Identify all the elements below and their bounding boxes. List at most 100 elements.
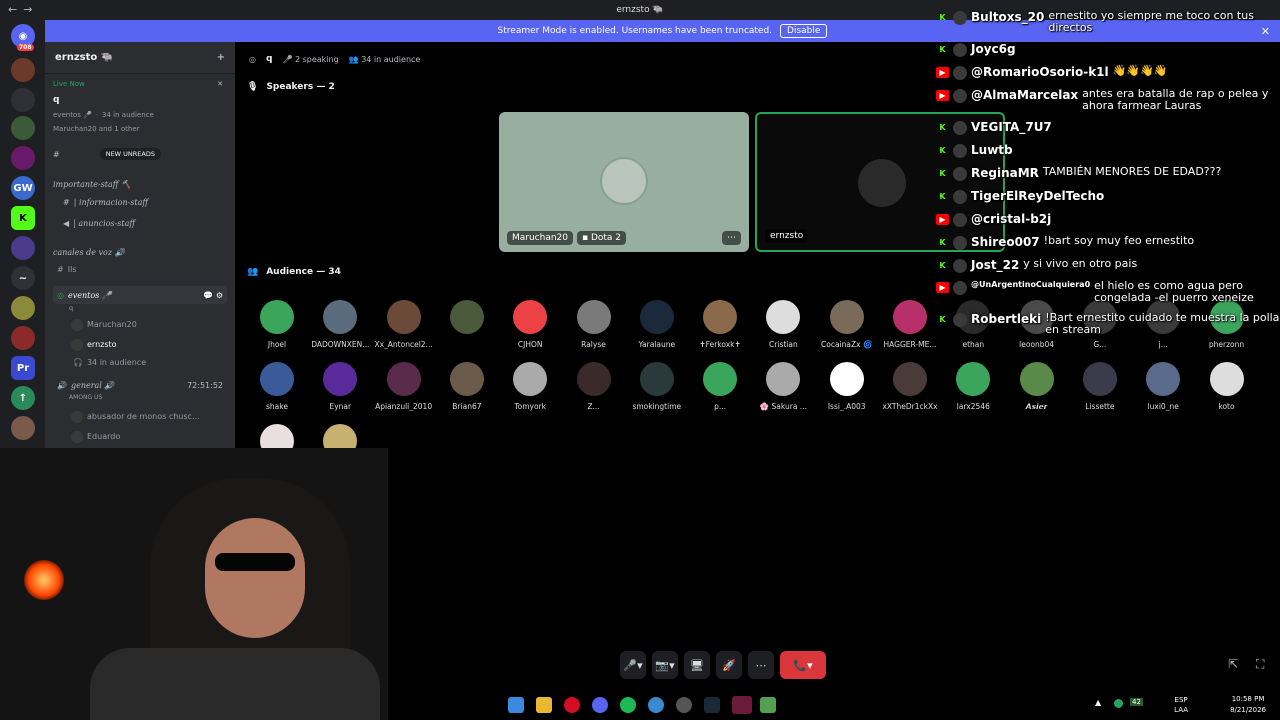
channel-text[interactable]: # Ils [53, 265, 227, 274]
stage-topic: q [69, 304, 74, 312]
audience-member[interactable]: Apianzuli_2010 [374, 362, 434, 411]
discord-icon[interactable] [592, 697, 608, 713]
server-icon[interactable] [11, 88, 35, 112]
stage-channel-eventos[interactable]: ◎ eventos 🎤 💬 ⚙ [53, 286, 227, 304]
audience-member[interactable]: 🌸 Sakura ... [753, 362, 813, 411]
audience-member[interactable]: xXTheDr1ckXx [880, 362, 940, 411]
speaker-activity: ▪ Dota 2 [577, 231, 627, 245]
user-avatar-icon [953, 11, 967, 25]
category-canales-de-voz[interactable]: canales de voz 🔊 [53, 248, 227, 257]
screen-share-button[interactable]: 🖥 [684, 651, 710, 679]
speaker-tile[interactable]: Maruchan20 ▪ Dota 2 ⋯ [499, 112, 749, 252]
tray-badge[interactable]: 42 [1130, 698, 1143, 706]
audience-member[interactable] [437, 300, 497, 340]
opera-icon[interactable] [564, 697, 580, 713]
fullscreen-icon[interactable]: ⛶ [1256, 657, 1264, 672]
tray-chevron-icon[interactable]: ▲ [1095, 698, 1101, 707]
audience-member[interactable]: Ralyse [564, 300, 624, 349]
add-user-icon[interactable]: + [217, 52, 225, 63]
audience-member[interactable]: Eynar [310, 362, 370, 411]
audience-member[interactable]: shake [247, 362, 307, 411]
server-icon[interactable] [11, 146, 35, 170]
camera-button[interactable]: 📷 ▾ [652, 651, 678, 679]
kick-server-icon[interactable]: K [11, 206, 35, 230]
premiere-icon[interactable]: Pr [11, 356, 35, 380]
audience-member[interactable]: Cristian [753, 300, 813, 349]
audience-name: Lissette [1085, 402, 1115, 411]
channel-informacion-staff[interactable]: # | informacion-staff [53, 198, 227, 207]
obs-icon[interactable] [676, 697, 692, 713]
tray-status-icon[interactable] [1114, 699, 1123, 708]
more-button[interactable]: ⋯ [748, 651, 774, 679]
chat-username: @UnArgentinoCualquiera0 [971, 280, 1091, 289]
lamp [24, 560, 64, 600]
channel-anuncios-staff[interactable]: ◀ | anuncios-staff [53, 219, 227, 228]
popout-icon[interactable]: ⇱ [1228, 657, 1238, 671]
audience-member[interactable]: Jhoel [247, 300, 307, 349]
audience-member[interactable]: koto [1197, 362, 1257, 411]
steam-icon[interactable] [704, 697, 720, 713]
audience-name: xXTheDr1ckXx [882, 402, 938, 411]
language-indicator[interactable]: ESP LAA [1174, 695, 1188, 715]
server-icon[interactable] [11, 326, 35, 350]
audience-name: 𝘼𝙨𝙞𝙚𝙧 [1025, 402, 1048, 411]
stage-member[interactable]: Maruchan20 [53, 318, 227, 331]
audience-member[interactable]: Yaralaune [627, 300, 687, 349]
voice-member[interactable]: Eduardo [53, 430, 227, 443]
audience-member[interactable]: smokingtime [627, 362, 687, 411]
server-icon[interactable]: ↑ [11, 386, 35, 410]
voice-channel-general[interactable]: 🔊 general 🔊 72:51:52 [53, 381, 227, 390]
audience-member[interactable]: Z... [564, 362, 624, 411]
leave-stage-button[interactable]: 📞 ▾ [780, 651, 826, 679]
audience-member[interactable]: Brian67 [437, 362, 497, 411]
new-unreads-pill[interactable]: # NEW UNREADS [53, 148, 227, 160]
chat-message: K VEGITA_7U7 [936, 120, 1280, 135]
nav-arrows[interactable]: ←→ [8, 3, 38, 16]
audience-member[interactable]: p... [690, 362, 750, 411]
audience-member[interactable]: DADOWNXEN... [310, 300, 370, 349]
more-options-icon[interactable]: ⋯ [722, 231, 741, 245]
chat-username: @cristal-b2j [971, 212, 1052, 226]
audience-member[interactable]: larx2546 [943, 362, 1003, 411]
app-icon[interactable] [732, 696, 752, 714]
people-icon: 👥 [247, 267, 259, 277]
activity-button[interactable]: 🚀 [716, 651, 742, 679]
server-header[interactable]: ernzsto 🐃 + [45, 42, 235, 74]
live-event-info: eventos 🎤 · 34 in audience [53, 111, 154, 119]
server-icon[interactable]: GW [11, 176, 35, 200]
category-importante-staff[interactable]: importante-staff 🔨 [53, 180, 227, 189]
server-icon[interactable] [11, 236, 35, 260]
server-icon[interactable] [11, 416, 35, 440]
audience-name: koto [1218, 402, 1235, 411]
server-icon[interactable]: ~ [11, 266, 35, 290]
clock[interactable]: 10:58 PM 8/21/2026 [1230, 694, 1266, 716]
audience-member[interactable]: Lissette [1070, 362, 1130, 411]
server-icon[interactable] [11, 58, 35, 82]
audience-member[interactable]: luxi0_ne [1133, 362, 1193, 411]
discord-home-icon[interactable]: ◉ 708 [11, 24, 35, 51]
audience-member[interactable]: Xx_Antoncel2... [374, 300, 434, 349]
start-icon[interactable] [508, 697, 524, 713]
disable-button[interactable]: Disable [780, 24, 828, 38]
voice-member[interactable]: abusador de monos chusc... [53, 410, 227, 423]
audience-member[interactable]: Tomyork [500, 362, 560, 411]
app-icon[interactable] [760, 697, 776, 713]
unread-badge: 708 [17, 44, 34, 51]
edge-icon[interactable] [648, 697, 664, 713]
avatar [1146, 362, 1181, 396]
user-avatar-icon [953, 89, 967, 103]
file-explorer-icon[interactable] [536, 697, 552, 713]
audience-member[interactable]: CJHON [500, 300, 560, 349]
audience-member[interactable]: CocainaZx 🌀 [817, 300, 877, 349]
microphone-button[interactable]: 🎤 ▾ [620, 651, 646, 679]
server-icon[interactable] [11, 296, 35, 320]
audience-name: Xx_Antoncel2... [374, 340, 433, 349]
stage-member[interactable]: ernzsto [53, 338, 227, 351]
audience-name: 🌸 Sakura ... [759, 402, 807, 411]
spotify-icon[interactable] [620, 697, 636, 713]
audience-member[interactable]: ✝Ferkoxk✝ [690, 300, 750, 349]
server-icon[interactable] [11, 116, 35, 140]
audience-member[interactable]: Issi_.A003 [817, 362, 877, 411]
live-channel-title[interactable]: q [53, 95, 227, 105]
audience-member[interactable]: 𝘼𝙨𝙞𝙚𝙧 [1007, 362, 1067, 411]
